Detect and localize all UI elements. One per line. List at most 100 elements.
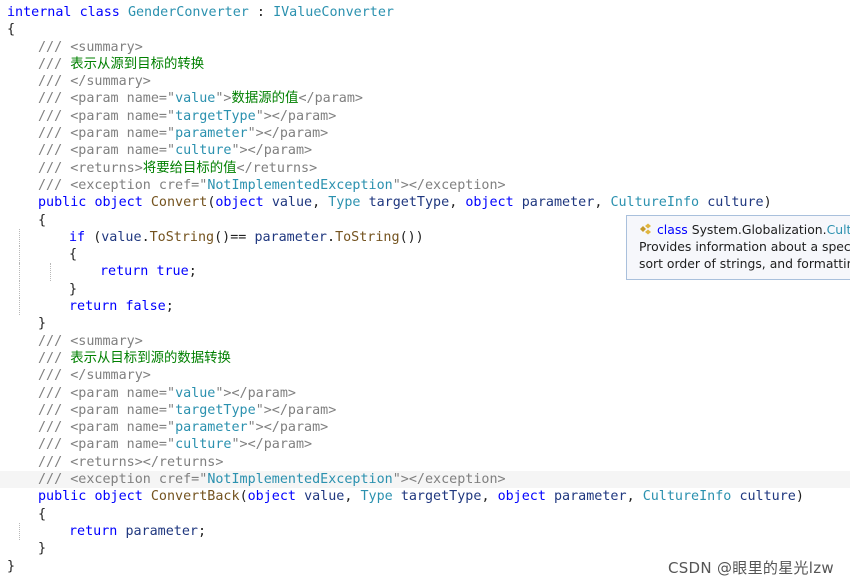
indent-guide — [19, 298, 20, 316]
code-line[interactable]: /// <param name="value"></param> — [0, 385, 850, 402]
code-token: , — [449, 195, 466, 211]
code-token: /// — [38, 91, 71, 107]
code-line[interactable]: /// <param name="parameter"></param> — [0, 419, 850, 436]
code-line[interactable]: /// <returns>将要给目标的值</returns> — [0, 160, 850, 177]
code-token: <param name=" — [70, 143, 176, 159]
code-token: object — [94, 195, 151, 211]
code-token: if — [69, 229, 94, 245]
code-token: IValueConverter — [273, 5, 394, 20]
code-line[interactable]: /// <param name="culture"></param> — [0, 142, 850, 159]
code-line[interactable]: /// <param name="value">数据源的值</param> — [0, 90, 850, 107]
code-token: /// — [38, 177, 71, 193]
code-token: "></param> — [255, 108, 337, 124]
code-token: </summary> — [70, 368, 151, 384]
code-line-content: } — [7, 558, 15, 575]
code-line[interactable]: /// <summary> — [0, 39, 850, 56]
code-line[interactable]: /// <summary> — [0, 333, 850, 350]
code-line[interactable]: { — [0, 21, 850, 38]
code-line[interactable]: /// <exception cref="NotImplementedExcep… — [0, 471, 850, 489]
code-line[interactable]: /// <exception cref="NotImplementedExcep… — [0, 177, 850, 194]
code-line-content: /// <exception cref="NotImplementedExcep… — [38, 177, 506, 194]
code-token: <param name=" — [70, 126, 176, 142]
code-token: /// — [38, 56, 71, 72]
code-token: return — [100, 264, 157, 280]
indent-guide — [19, 280, 20, 299]
code-line[interactable]: /// 表示从目标到源的数据转换 — [0, 350, 850, 367]
code-line[interactable]: /// <returns></returns> — [0, 454, 850, 471]
code-line-content: /// <param name="culture"></param> — [38, 142, 312, 159]
code-line[interactable]: return false; — [0, 298, 850, 316]
code-token: "></param> — [247, 420, 329, 436]
code-token: <param name=" — [70, 385, 176, 401]
code-line[interactable]: { — [0, 506, 850, 523]
code-line-content: { — [38, 212, 46, 229]
class-icon — [639, 222, 653, 235]
code-token: parameter — [175, 126, 248, 142]
code-token: return — [69, 299, 126, 315]
code-line[interactable]: internal class GenderConverter : IValueC… — [0, 4, 850, 21]
code-token: parameter — [554, 489, 627, 505]
code-token: targetType — [175, 402, 256, 418]
code-token: value — [175, 91, 216, 107]
code-token: /// — [38, 454, 71, 470]
code-token: culture — [175, 143, 232, 159]
code-token: internal — [7, 5, 80, 20]
code-line[interactable]: /// <param name="targetType"></param> — [0, 108, 850, 125]
code-token: value — [101, 229, 142, 245]
code-token: object — [247, 489, 305, 505]
code-token: ; — [165, 299, 174, 315]
code-token: value — [304, 489, 345, 505]
code-line-content: } — [38, 540, 46, 557]
code-token: NotImplementedException — [207, 472, 393, 488]
code-line-content: { — [69, 246, 77, 263]
code-line[interactable]: public object ConvertBack(object value, … — [0, 488, 850, 505]
code-token: "> — [215, 91, 232, 107]
code-token: false — [125, 299, 166, 315]
code-token: "></exception> — [392, 177, 506, 193]
code-token: ToString — [335, 229, 400, 245]
code-token: /// — [38, 333, 71, 349]
code-token: /// — [38, 402, 71, 418]
code-line[interactable]: } — [0, 540, 850, 557]
code-token: public — [38, 489, 95, 505]
code-token: /// — [38, 385, 71, 401]
code-line-content: return true; — [100, 263, 197, 280]
code-token: parameter — [521, 195, 595, 211]
code-line[interactable]: return parameter; — [0, 522, 850, 541]
code-token: /// — [38, 350, 71, 366]
code-editor[interactable]: internal class GenderConverter : IValueC… — [0, 4, 850, 575]
code-line[interactable]: /// </summary> — [0, 73, 850, 90]
code-token: "></param> — [247, 126, 329, 142]
code-line-content: /// 表示从目标到源的数据转换 — [38, 350, 231, 367]
code-token: </returns> — [236, 160, 318, 176]
code-line[interactable]: /// <param name="parameter"></param> — [0, 125, 850, 142]
code-token: CultureInfo — [610, 195, 708, 211]
code-token: "></param> — [231, 143, 313, 159]
code-line[interactable]: /// 表示从源到目标的转换 — [0, 56, 850, 73]
code-line-content: if (value.ToString()== parameter.ToStrin… — [69, 229, 424, 246]
quickinfo-tooltip: class System.Globalization.Cultu Provide… — [626, 215, 850, 280]
code-token: true — [156, 264, 189, 280]
code-line[interactable]: } — [0, 315, 850, 332]
code-line-content: /// <returns></returns> — [38, 454, 223, 471]
code-line[interactable]: /// <param name="culture"></param> — [0, 436, 850, 453]
code-token: ToString — [149, 229, 215, 245]
code-line[interactable]: /// </summary> — [0, 367, 850, 384]
code-line[interactable]: public object Convert(object value, Type… — [0, 194, 850, 211]
code-token: ; — [198, 523, 207, 539]
code-line-content: public object Convert(object value, Type… — [38, 194, 772, 211]
code-token: "></param> — [255, 402, 337, 418]
code-token: targetType — [368, 195, 450, 211]
code-token: } — [69, 281, 78, 297]
code-token: <param name=" — [70, 402, 176, 418]
code-token: value — [175, 385, 216, 401]
code-line[interactable]: /// <param name="targetType"></param> — [0, 402, 850, 419]
code-line-content: } — [38, 315, 46, 332]
code-token: . — [327, 229, 336, 245]
code-token: } — [38, 316, 47, 332]
code-line[interactable]: } — [0, 280, 850, 299]
code-token: /// — [38, 108, 71, 124]
code-token: <param name=" — [70, 108, 176, 124]
code-token: /// — [38, 420, 71, 436]
code-line-content: /// <param name="value"></param> — [38, 385, 296, 402]
